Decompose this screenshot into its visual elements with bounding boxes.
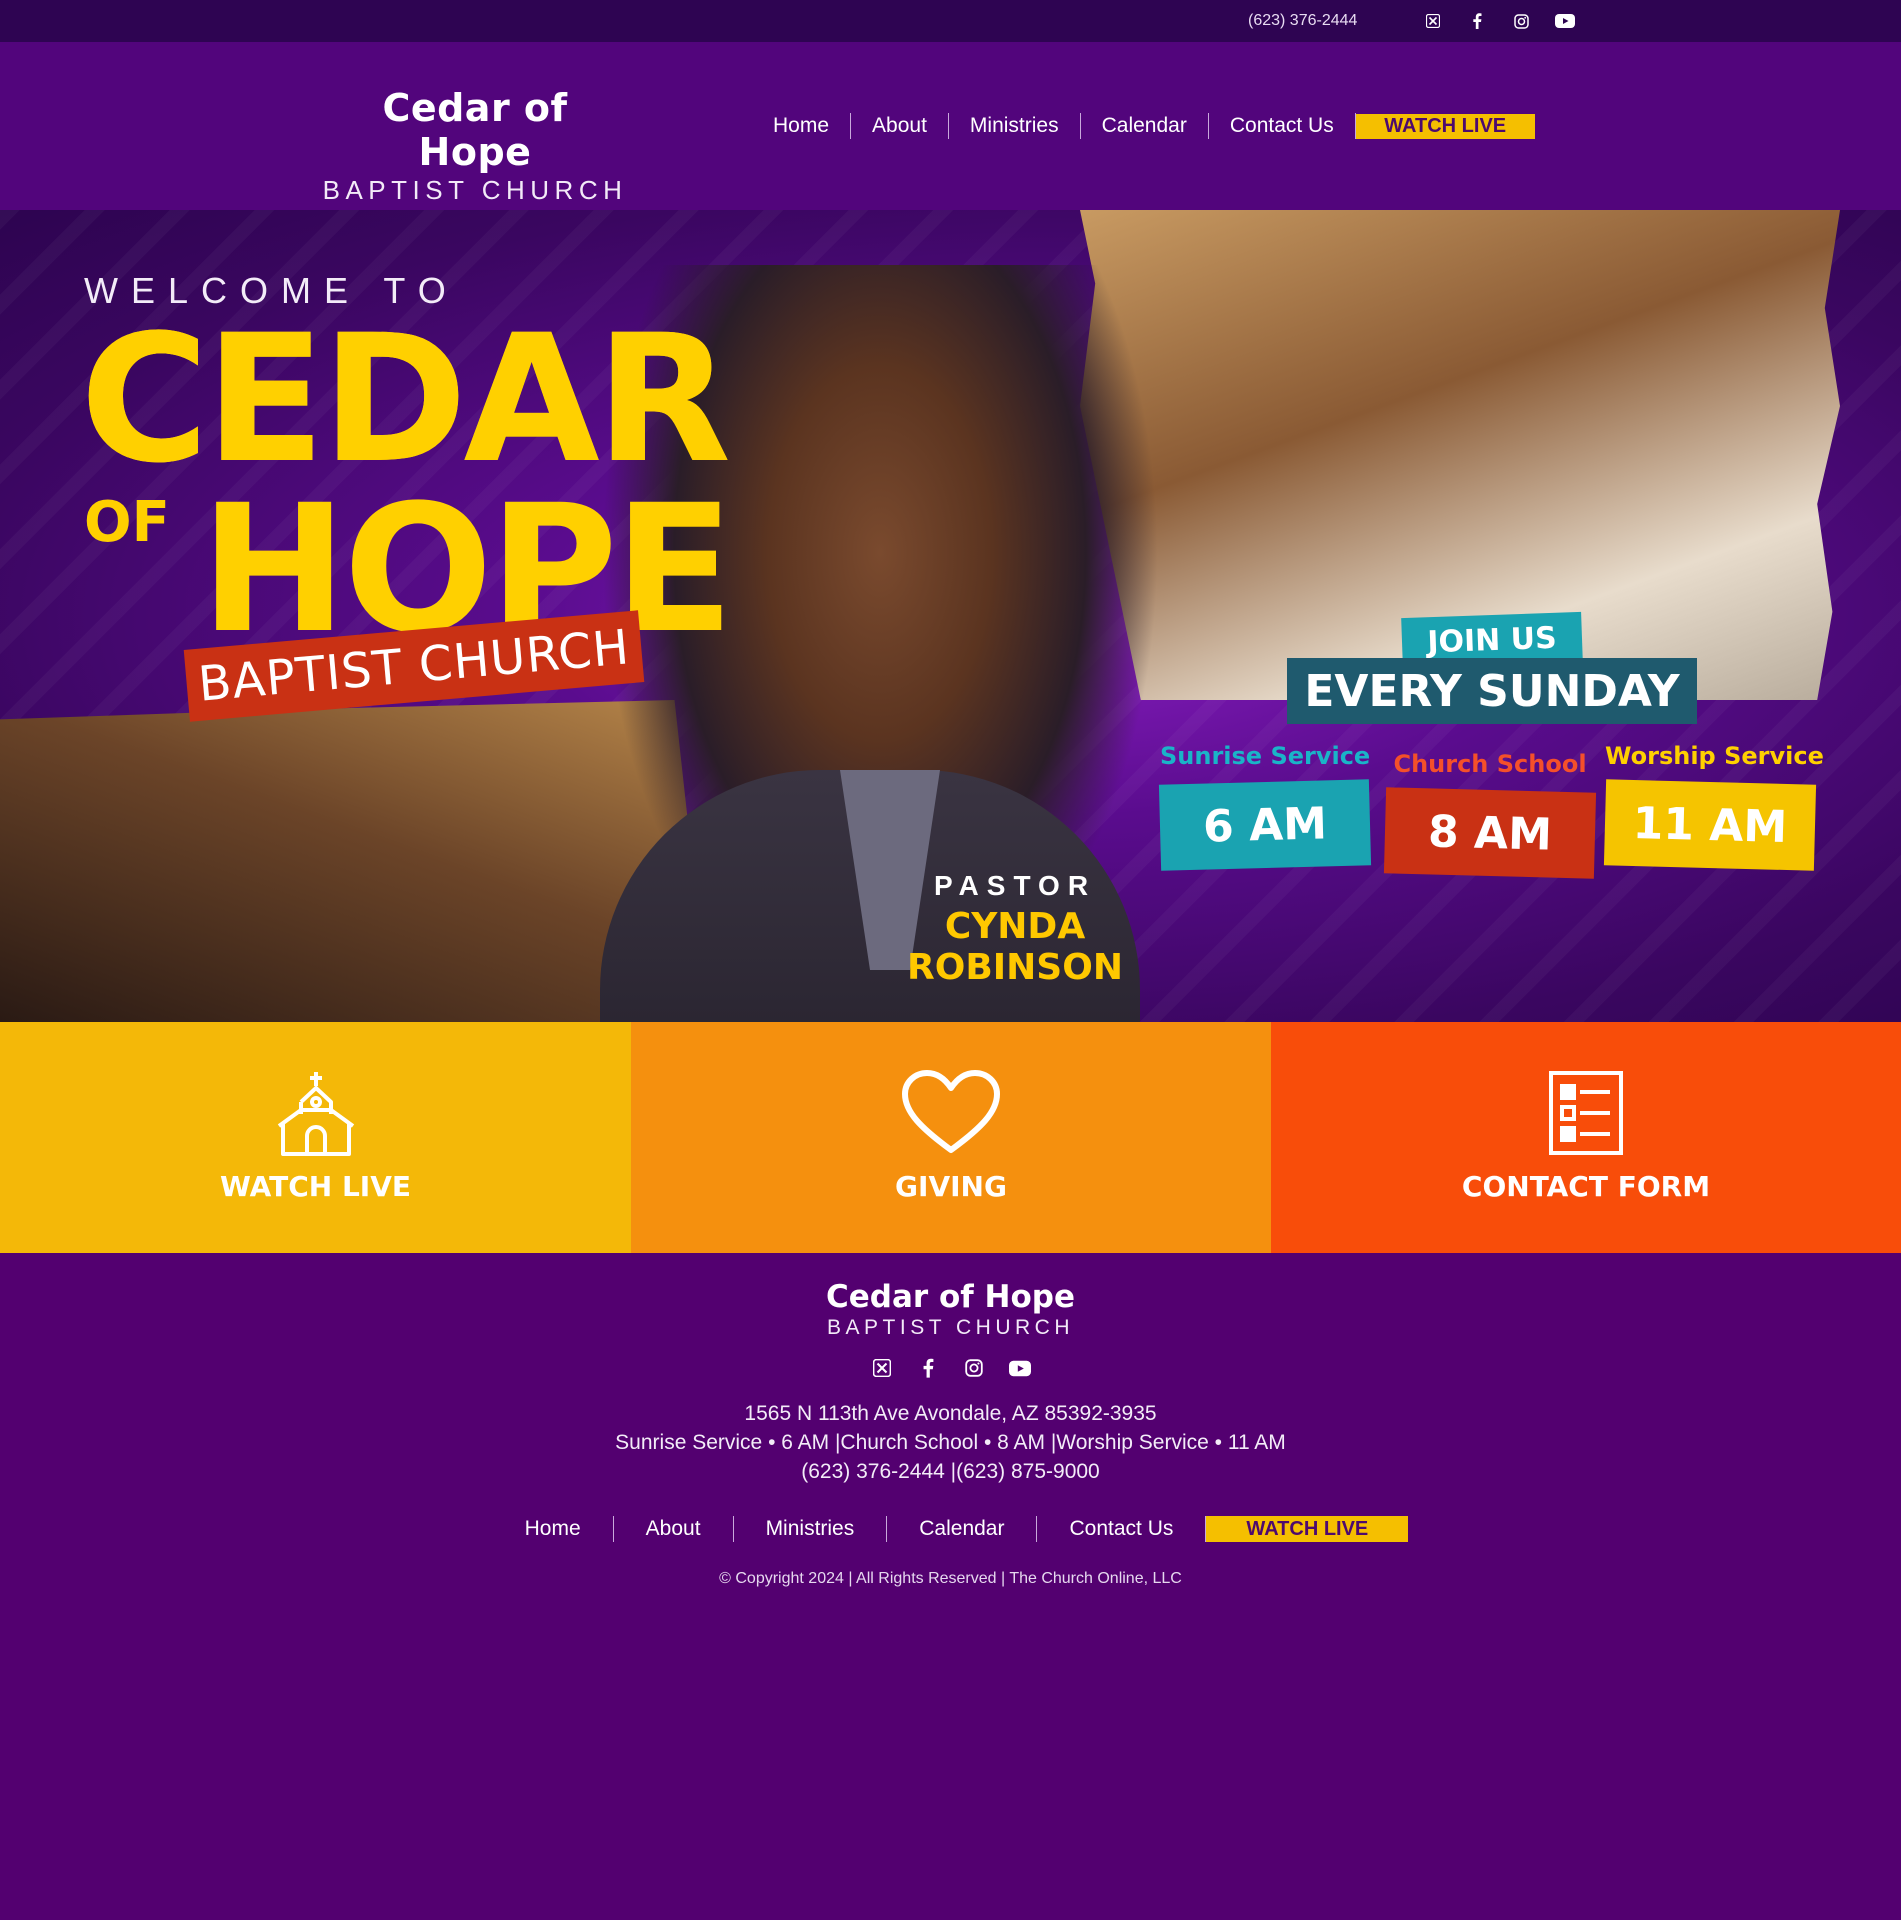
hero-of: OF bbox=[84, 490, 170, 555]
service-time: 11 AM bbox=[1603, 779, 1817, 871]
nav-ministries[interactable]: Ministries bbox=[949, 113, 1081, 139]
pastor-label: PASTOR bbox=[933, 870, 1097, 901]
instagram-icon[interactable] bbox=[963, 1357, 985, 1379]
service-name: Worship Service bbox=[1605, 742, 1824, 770]
instagram-icon[interactable] bbox=[1510, 10, 1532, 32]
footer-nav-about[interactable]: About bbox=[614, 1516, 734, 1542]
nav-watch-live-button[interactable]: WATCH LIVE bbox=[1355, 113, 1535, 139]
every-sunday-badge: EVERY SUNDAY bbox=[1287, 658, 1697, 724]
facebook-icon[interactable] bbox=[917, 1357, 939, 1379]
footer-watch-live-button[interactable]: WATCH LIVE bbox=[1206, 1516, 1409, 1542]
footer-address: 1565 N 113th Ave Avondale, AZ 85392-3935 bbox=[744, 1402, 1157, 1425]
footer-phones[interactable]: (623) 376-2444 |(623) 875-9000 bbox=[0, 1457, 1901, 1486]
cta-label: WATCH LIVE bbox=[219, 1170, 411, 1203]
service-name: Church School bbox=[1393, 750, 1587, 778]
hero-banner: WELCOME TO CEDAR OF HOPE BAPTIST CHURCH … bbox=[0, 210, 1901, 1022]
cta-giving[interactable]: GIVING bbox=[631, 1022, 1271, 1253]
cta-label: GIVING bbox=[895, 1170, 1007, 1203]
copyright-text: © Copyright 2024 | All Rights Reserved |… bbox=[719, 1570, 1182, 1587]
footer-service-times: Sunrise Service • 6 AM |Church School • … bbox=[615, 1431, 1286, 1454]
pastor-caption: PASTOR CYNDA ROBINSON bbox=[840, 870, 1190, 988]
top-phone-link[interactable]: (623) 376-2444 bbox=[1248, 12, 1357, 30]
cta-row: WATCH LIVE GIVING CONTACT FORM bbox=[0, 1022, 1901, 1253]
logo-subtitle: BAPTIST CHURCH bbox=[322, 175, 628, 205]
service-sunrise: Sunrise Service 6 AM bbox=[1158, 742, 1372, 871]
youtube-icon[interactable] bbox=[1008, 1357, 1031, 1379]
footer-logo[interactable]: Cedar of Hope BAPTIST CHURCH bbox=[0, 1279, 1901, 1341]
nav-contact-us[interactable]: Contact Us bbox=[1209, 113, 1356, 139]
footer-nav-contact-us[interactable]: Contact Us bbox=[1037, 1516, 1207, 1542]
cta-watch-live[interactable]: WATCH LIVE bbox=[0, 1022, 631, 1253]
footer-logo-title: Cedar of Hope bbox=[826, 1279, 1075, 1315]
nav-home[interactable]: Home bbox=[752, 113, 852, 139]
cta-label: CONTACT FORM bbox=[1461, 1170, 1711, 1203]
footer-nav-calendar[interactable]: Calendar bbox=[887, 1516, 1038, 1542]
footer-social-links bbox=[0, 1357, 1901, 1379]
service-time: 8 AM bbox=[1383, 787, 1597, 879]
service-name: Sunrise Service bbox=[1160, 742, 1371, 770]
facebook-icon[interactable] bbox=[1466, 10, 1488, 32]
footer-nav-home[interactable]: Home bbox=[493, 1516, 614, 1542]
nav-about[interactable]: About bbox=[851, 113, 949, 139]
x-icon[interactable] bbox=[871, 1357, 893, 1379]
service-time: 6 AM bbox=[1158, 779, 1372, 871]
footer-nav-ministries[interactable]: Ministries bbox=[734, 1516, 888, 1542]
top-social-links bbox=[1422, 10, 1576, 32]
youtube-icon[interactable] bbox=[1554, 10, 1576, 32]
service-worship: Worship Service 11 AM bbox=[1603, 742, 1824, 871]
logo-title: Cedar of Hope bbox=[382, 86, 568, 174]
form-icon bbox=[1548, 1070, 1624, 1156]
cta-contact-form[interactable]: CONTACT FORM bbox=[1271, 1022, 1901, 1253]
site-footer: Cedar of Hope BAPTIST CHURCH 1565 N 113t… bbox=[0, 1253, 1901, 1920]
footer-nav: Home About Ministries Calendar Contact U… bbox=[0, 1516, 1901, 1542]
footer-logo-subtitle: BAPTIST CHURCH bbox=[827, 1316, 1074, 1339]
hero-cedar: CEDAR bbox=[80, 297, 731, 502]
church-icon bbox=[271, 1070, 361, 1156]
main-nav: Home About Ministries Calendar Contact U… bbox=[752, 112, 1535, 140]
footer-info: 1565 N 113th Ave Avondale, AZ 85392-3935… bbox=[0, 1399, 1901, 1486]
heart-icon bbox=[901, 1070, 1001, 1156]
top-bar: (623) 376-2444 bbox=[0, 0, 1901, 42]
x-icon[interactable] bbox=[1422, 10, 1444, 32]
site-logo[interactable]: Cedar of Hope BAPTIST CHURCH bbox=[320, 86, 630, 206]
pastor-name: CYNDA ROBINSON bbox=[907, 906, 1123, 988]
site-header: Cedar of Hope BAPTIST CHURCH Home About … bbox=[0, 42, 1901, 210]
service-church-school: Church School 8 AM bbox=[1383, 750, 1597, 879]
nav-calendar[interactable]: Calendar bbox=[1081, 113, 1209, 139]
